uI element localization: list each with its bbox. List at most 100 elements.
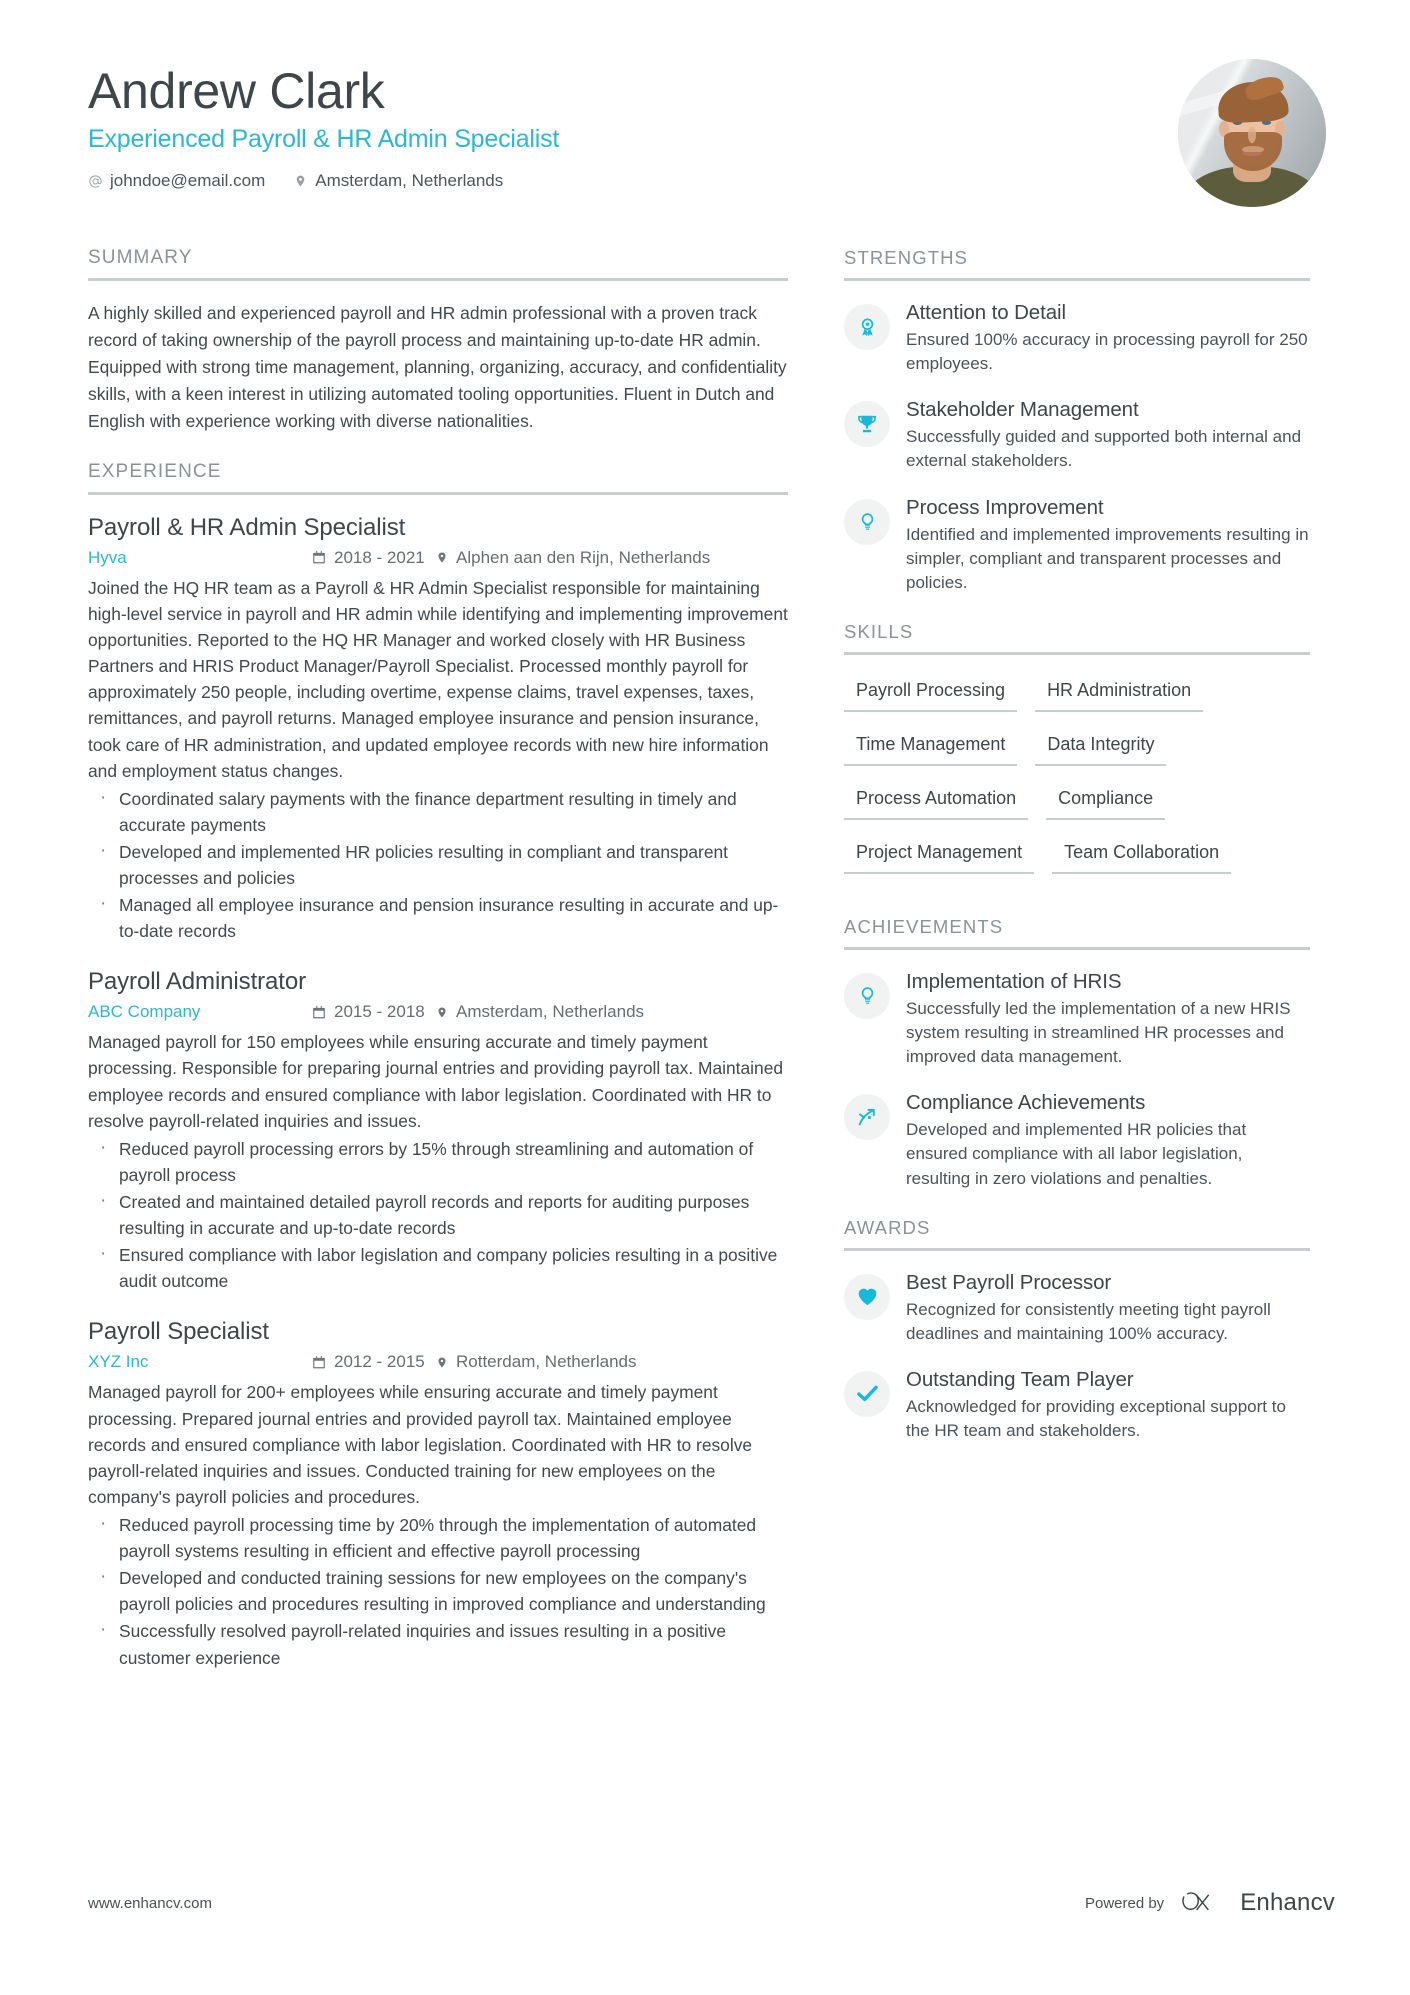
header-job-title: Experienced Payroll & HR Admin Specialis… bbox=[88, 125, 560, 153]
skill-tag[interactable]: Project Management bbox=[844, 836, 1035, 874]
job-company[interactable]: ABC Company bbox=[88, 1002, 312, 1022]
left-column: SUMMARY A highly skilled and experienced… bbox=[88, 247, 788, 1697]
skill-tag[interactable]: Time Management bbox=[844, 728, 1018, 766]
skills-section-title: SKILLS bbox=[844, 620, 914, 642]
job-dates: 2015 - 2018 bbox=[312, 1002, 436, 1022]
footer: www.enhancv.com Powered by Enhancv bbox=[88, 1889, 1335, 1917]
awards-section-title: AWARDS bbox=[844, 1216, 931, 1238]
award-body: Outstanding Team Player Acknowledged for… bbox=[906, 1367, 1310, 1443]
list-item: Reduced payroll processing time by 20% t… bbox=[88, 1510, 788, 1564]
resume-page: Andrew Clark Experienced Payroll & HR Ad… bbox=[0, 0, 1410, 1995]
job-position: Payroll & HR Admin Specialist bbox=[88, 513, 406, 541]
job-company[interactable]: XYZ Inc bbox=[88, 1352, 312, 1372]
list-item: Created and maintained detailed payroll … bbox=[88, 1187, 788, 1241]
job-dates-text: 2018 - 2021 bbox=[334, 547, 425, 567]
job-bullets: Reduced payroll processing errors by 15%… bbox=[88, 1134, 788, 1295]
achievement-item: Compliance Achievements Developed and im… bbox=[844, 1090, 1310, 1190]
skill-tag[interactable]: Compliance bbox=[1046, 782, 1166, 820]
award-ribbon-icon bbox=[844, 304, 890, 350]
location-pin-icon bbox=[436, 1355, 448, 1370]
contact-email-text: johndoe@email.com bbox=[110, 171, 266, 190]
list-item: Reduced payroll processing errors by 15%… bbox=[88, 1134, 788, 1188]
job-meta: ABC Company 2015 - 2018 Amsterdam, Nethe… bbox=[88, 1002, 788, 1022]
location-pin-icon bbox=[436, 550, 448, 565]
award-desc: Recognized for consistently meeting tigh… bbox=[906, 1299, 1271, 1343]
list-item: Coordinated salary payments with the fin… bbox=[88, 784, 788, 838]
skill-tag[interactable]: HR Administration bbox=[1035, 674, 1204, 712]
skill-tag[interactable]: Payroll Processing bbox=[844, 674, 1018, 712]
avatar bbox=[1178, 59, 1326, 207]
strength-item: Process Improvement Identified and imple… bbox=[844, 495, 1310, 595]
lightbulb-icon bbox=[844, 498, 890, 545]
section-divider bbox=[88, 278, 788, 281]
right-column: STRENGTHS Attention to Detail Ensured 10… bbox=[844, 247, 1310, 1697]
award-title: Outstanding Team Player bbox=[906, 1367, 1134, 1391]
section-divider bbox=[844, 651, 1310, 655]
lightbulb-icon bbox=[844, 972, 890, 1019]
contact-email[interactable]: johndoe@email.com bbox=[88, 171, 265, 191]
strengths-section-title: STRENGTHS bbox=[844, 247, 968, 268]
list-item: Ensured compliance with labor legislatio… bbox=[88, 1240, 788, 1294]
skills-list: Payroll Processing HR Administration Tim… bbox=[844, 674, 1310, 890]
strength-title: Stakeholder Management bbox=[906, 398, 1139, 422]
job-bullets: Coordinated salary payments with the fin… bbox=[88, 784, 788, 945]
strength-body: Stakeholder Management Successfully guid… bbox=[906, 397, 1310, 473]
section-divider bbox=[88, 491, 788, 495]
strength-item: Attention to Detail Ensured 100% accurac… bbox=[844, 300, 1310, 376]
award-desc: Acknowledged for providing exceptional s… bbox=[906, 1396, 1286, 1440]
footer-brand: Powered by Enhancv bbox=[1085, 1889, 1335, 1917]
achievement-desc: Successfully led the implementation of a… bbox=[906, 998, 1291, 1067]
job-dates: 2012 - 2015 bbox=[312, 1352, 436, 1372]
strength-desc: Successfully guided and supported both i… bbox=[906, 427, 1302, 471]
calendar-icon bbox=[312, 550, 326, 565]
achievement-desc: Developed and implemented HR policies th… bbox=[906, 1120, 1247, 1188]
awards-section: AWARDS Best Payroll Processor Recognized… bbox=[844, 1217, 1310, 1444]
powered-by-label: Powered by bbox=[1084, 1894, 1165, 1912]
skill-tag[interactable]: Team Collaboration bbox=[1052, 836, 1232, 874]
resume-columns: SUMMARY A highly skilled and experienced… bbox=[88, 247, 1335, 1697]
experience-entry: Payroll Specialist XYZ Inc 2012 - 2015 R… bbox=[88, 1318, 788, 1670]
job-location: Amsterdam, Netherlands bbox=[436, 1002, 644, 1022]
experience-entry: Payroll Administrator ABC Company 2015 -… bbox=[88, 968, 788, 1294]
strength-title: Attention to Detail bbox=[906, 301, 1066, 324]
list-item: Developed and implemented HR policies re… bbox=[88, 837, 788, 891]
strength-title: Process Improvement bbox=[906, 495, 1104, 519]
achievement-body: Implementation of HRIS Successfully led … bbox=[906, 969, 1310, 1069]
at-icon bbox=[88, 173, 103, 190]
achievement-body: Compliance Achievements Developed and im… bbox=[906, 1090, 1310, 1190]
section-divider bbox=[844, 946, 1310, 950]
contact-row: johndoe@email.com Amsterdam, Netherlands bbox=[88, 171, 559, 191]
calendar-icon bbox=[312, 1005, 326, 1020]
job-description: Joined the HQ HR team as a Payroll & HR … bbox=[88, 577, 788, 781]
summary-section: SUMMARY A highly skilled and experienced… bbox=[88, 247, 788, 435]
job-meta: XYZ Inc 2012 - 2015 Rotterdam, Netherlan… bbox=[88, 1352, 788, 1372]
location-pin-icon bbox=[436, 1005, 448, 1020]
growth-arrow-icon bbox=[844, 1094, 890, 1141]
award-item: Outstanding Team Player Acknowledged for… bbox=[844, 1367, 1310, 1443]
skill-tag[interactable]: Process Automation bbox=[844, 782, 1029, 820]
award-body: Best Payroll Processor Recognized for co… bbox=[906, 1270, 1310, 1346]
calendar-icon bbox=[312, 1355, 326, 1370]
section-divider bbox=[844, 1247, 1310, 1251]
location-pin-icon bbox=[293, 173, 308, 190]
footer-url[interactable]: www.enhancv.com bbox=[88, 1895, 212, 1912]
job-dates-text: 2015 - 2018 bbox=[334, 1002, 425, 1022]
strength-desc: Identified and implemented improvements … bbox=[906, 524, 1309, 592]
summary-text: A highly skilled and experienced payroll… bbox=[88, 303, 787, 431]
skills-section: SKILLS Payroll Processing HR Administrat… bbox=[844, 621, 1310, 890]
job-company[interactable]: Hyva bbox=[88, 548, 312, 568]
strength-item: Stakeholder Management Successfully guid… bbox=[844, 397, 1310, 473]
list-item: Successfully resolved payroll-related in… bbox=[88, 1616, 788, 1670]
job-description: Managed payroll for 200+ employees while… bbox=[88, 1382, 753, 1507]
page-title: Andrew Clark bbox=[88, 63, 385, 119]
job-location: Rotterdam, Netherlands bbox=[436, 1352, 636, 1372]
job-dates: 2018 - 2021 bbox=[312, 548, 436, 568]
achievement-item: Implementation of HRIS Successfully led … bbox=[844, 969, 1310, 1069]
job-position: Payroll Specialist bbox=[88, 1318, 269, 1346]
achievement-title: Implementation of HRIS bbox=[906, 969, 1122, 993]
achievements-section-title: ACHIEVEMENTS bbox=[844, 915, 1004, 937]
award-title: Best Payroll Processor bbox=[906, 1270, 1112, 1294]
skill-tag[interactable]: Data Integrity bbox=[1035, 728, 1167, 766]
job-dates-text: 2012 - 2015 bbox=[334, 1352, 425, 1372]
strengths-section: STRENGTHS Attention to Detail Ensured 10… bbox=[844, 247, 1310, 595]
